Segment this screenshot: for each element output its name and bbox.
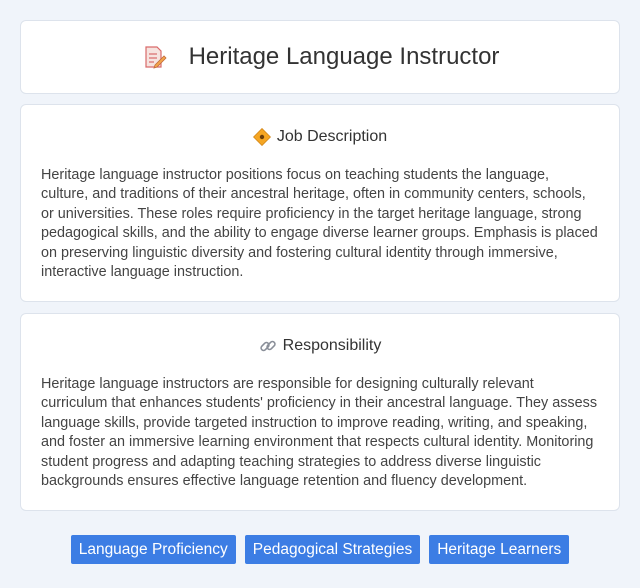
page-title: Heritage Language Instructor — [188, 43, 500, 70]
diamond-icon — [252, 128, 271, 146]
section-header: Responsibility — [21, 336, 619, 356]
memo-pencil-icon — [144, 46, 167, 69]
section-body: Heritage language instructor positions f… — [41, 167, 598, 281]
link-icon — [259, 340, 276, 352]
section-title: Job Description — [276, 128, 388, 145]
title-row: Heritage Language Instructor — [141, 43, 500, 71]
tag-pedagogical-strategies[interactable]: Pedagogical Strategies — [244, 535, 421, 564]
section-title: Responsibility — [282, 337, 382, 354]
tag-list: Language Proficiency Pedagogical Strateg… — [0, 535, 640, 564]
section-body: Heritage language instructors are respon… — [41, 376, 598, 490]
tag-heritage-learners[interactable]: Heritage Learners — [429, 535, 570, 564]
section-header: Job Description — [21, 127, 619, 147]
responsibility-card: Responsibility Heritage language instruc… — [20, 313, 620, 511]
title-card: Heritage Language Instructor — [20, 20, 620, 94]
tag-language-proficiency[interactable]: Language Proficiency — [70, 535, 236, 564]
job-description-card: Job Description Heritage language instru… — [20, 104, 620, 302]
